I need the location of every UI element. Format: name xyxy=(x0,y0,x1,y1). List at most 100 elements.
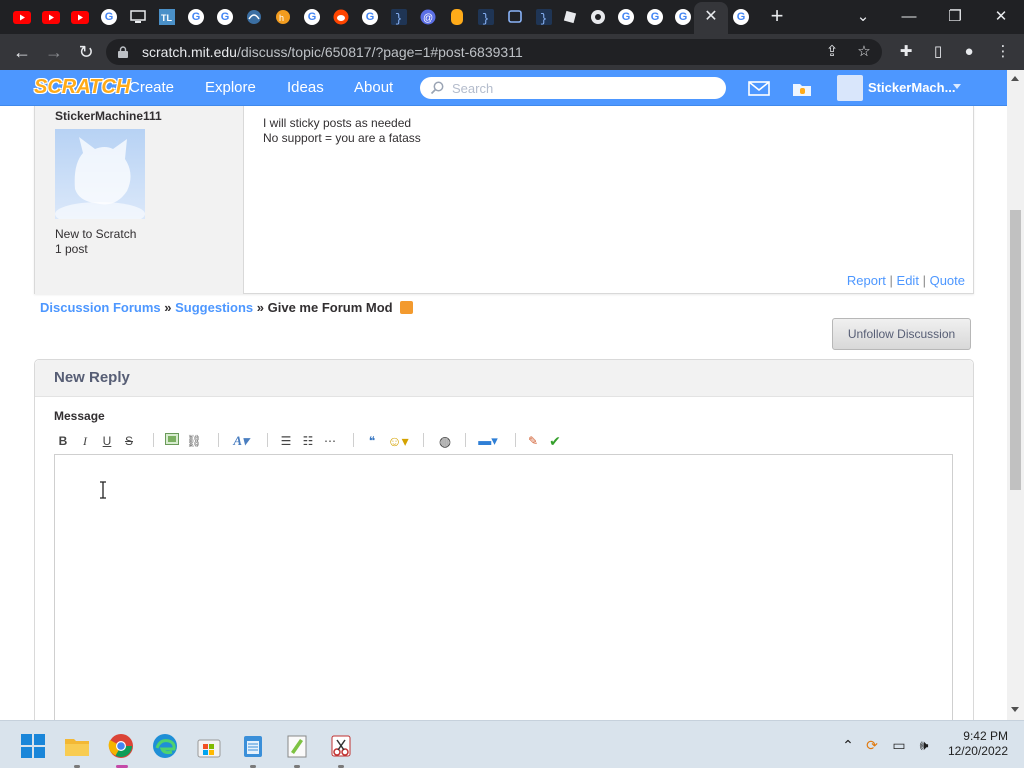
nav-explore[interactable]: Explore xyxy=(205,70,256,106)
star-icon[interactable]: ☆ xyxy=(854,42,874,62)
rss-icon[interactable] xyxy=(400,301,414,314)
message-textarea[interactable] xyxy=(54,454,953,720)
avatar[interactable] xyxy=(837,75,863,101)
youtube-tab-icon[interactable] xyxy=(70,7,90,27)
new-reply-title: New Reply xyxy=(54,369,130,386)
preview-icon[interactable]: ✔ xyxy=(547,432,563,450)
underline-icon[interactable]: U xyxy=(100,432,114,450)
profile-icon[interactable]: ● xyxy=(958,42,980,62)
youtube-tab-icon[interactable] xyxy=(41,7,61,27)
caret-down-icon[interactable] xyxy=(953,84,961,89)
forum-post: StickerMachine111 New to Scratch 1 post … xyxy=(34,106,974,294)
snipping-tool-icon[interactable] xyxy=(328,733,354,759)
chevron-up-icon[interactable]: ⌃ xyxy=(838,735,858,755)
network-icon[interactable]: ▭ xyxy=(889,735,909,755)
windows-start-icon[interactable] xyxy=(20,733,46,759)
link-icon[interactable]: ⛓ xyxy=(186,432,202,450)
youtube-tab-icon[interactable] xyxy=(12,7,32,27)
search-box[interactable] xyxy=(420,77,726,99)
quote-link[interactable]: Quote xyxy=(930,273,965,288)
file-explorer-icon[interactable] xyxy=(64,733,90,759)
google-tab-icon[interactable]: G xyxy=(302,7,322,27)
globe-icon[interactable]: ◍ xyxy=(436,432,454,450)
post-author-panel: StickerMachine111 New to Scratch 1 post xyxy=(35,106,244,294)
close-icon[interactable]: ✕ xyxy=(702,7,720,27)
code-tab-icon[interactable]: } xyxy=(476,7,496,27)
page-scrollbar[interactable] xyxy=(1007,70,1024,720)
edge-icon[interactable] xyxy=(152,733,178,759)
image-icon[interactable] xyxy=(164,432,180,450)
minimize-button[interactable]: — xyxy=(895,5,923,29)
edit-link[interactable]: Edit xyxy=(897,273,919,288)
google-tab-icon[interactable]: G xyxy=(99,7,119,27)
strikethrough-icon[interactable]: S xyxy=(122,432,136,450)
unfollow-discussion-button[interactable]: Unfollow Discussion xyxy=(832,318,971,350)
new-tab-button[interactable]: + xyxy=(766,5,788,29)
restore-button[interactable]: ❐ xyxy=(941,5,969,29)
scroll-down-icon[interactable] xyxy=(1011,707,1019,712)
chrome-icon[interactable] xyxy=(108,733,134,759)
list-item-icon[interactable]: ⋯ xyxy=(322,432,338,450)
google-tab-icon[interactable]: G xyxy=(673,7,693,27)
monitor-tab-icon[interactable] xyxy=(128,7,148,27)
post-author-name[interactable]: StickerMachine111 xyxy=(55,109,162,123)
google-tab-icon[interactable]: G xyxy=(215,7,235,27)
chevron-down-icon[interactable]: ⌄ xyxy=(849,5,877,29)
reload-icon[interactable]: ↻ xyxy=(74,41,98,63)
toolbar-divider xyxy=(267,433,268,447)
roblox-tab-icon[interactable] xyxy=(560,7,580,27)
google-tab-icon[interactable]: G xyxy=(616,7,636,27)
post-author-avatar[interactable] xyxy=(55,129,145,219)
font-size-icon[interactable]: A▾ xyxy=(229,432,253,450)
scratch-logo[interactable]: SCRATCH xyxy=(34,76,130,99)
messages-icon[interactable] xyxy=(747,78,771,98)
google-tab-icon[interactable]: G xyxy=(731,7,751,27)
scratch-tab-icon[interactable] xyxy=(447,7,467,27)
google-tab-icon[interactable]: G xyxy=(645,7,665,27)
breadcrumb-discussion-forums[interactable]: Discussion Forums xyxy=(40,300,161,315)
nav-username[interactable]: StickerMach... xyxy=(868,70,955,106)
google-tab-icon[interactable]: G xyxy=(186,7,206,27)
nav-ideas[interactable]: Ideas xyxy=(287,70,324,106)
address-bar[interactable]: scratch.mit.edu/discuss/topic/650817/?pa… xyxy=(106,39,882,65)
forward-icon[interactable]: → xyxy=(42,41,66,63)
honey-tab-icon[interactable]: h xyxy=(273,7,293,27)
bullet-list-icon[interactable]: ☰ xyxy=(278,432,294,450)
scroll-up-icon[interactable] xyxy=(1011,76,1019,81)
nav-about[interactable]: About xyxy=(354,70,393,106)
notepad-plus-plus-icon[interactable] xyxy=(284,733,310,759)
notepad-icon[interactable] xyxy=(240,733,266,759)
search-input[interactable] xyxy=(452,79,712,97)
scratchblocks-icon[interactable]: ▬▾ xyxy=(476,432,500,450)
clock[interactable]: 9:42 PM 12/20/2022 xyxy=(938,729,1008,759)
at-sign-tab-icon[interactable]: @ xyxy=(418,7,438,27)
window-close-button[interactable]: ✕ xyxy=(987,5,1015,29)
sync-icon[interactable]: ⟳ xyxy=(862,735,882,755)
bold-icon[interactable]: B xyxy=(56,432,70,450)
code-tab-icon[interactable]: } xyxy=(534,7,554,27)
side-panel-icon[interactable]: ▯ xyxy=(927,42,949,62)
reddit-tab-icon[interactable] xyxy=(331,7,351,27)
chat-tab-icon[interactable] xyxy=(505,7,525,27)
google-tab-icon[interactable]: G xyxy=(360,7,380,27)
wave-tab-icon[interactable] xyxy=(244,7,264,27)
code-tab-icon[interactable]: } xyxy=(389,7,409,27)
clean-icon[interactable]: ✎ xyxy=(525,432,541,450)
nav-create[interactable]: Create xyxy=(129,70,174,106)
tl-tab-icon[interactable]: TL xyxy=(157,7,177,27)
menu-icon[interactable]: ⋮ xyxy=(992,42,1014,62)
chrome-tab-icon[interactable] xyxy=(588,7,608,27)
store-icon[interactable] xyxy=(196,733,222,759)
volume-icon[interactable]: 🕪 xyxy=(914,735,934,755)
report-link[interactable]: Report xyxy=(847,273,886,288)
quote-icon[interactable]: ❝ xyxy=(364,432,380,450)
smiley-icon[interactable]: ☺▾ xyxy=(385,432,411,450)
breadcrumb-suggestions[interactable]: Suggestions xyxy=(175,300,253,315)
extensions-icon[interactable]: ✚ xyxy=(895,42,917,62)
my-stuff-icon[interactable] xyxy=(790,78,814,98)
numbered-list-icon[interactable]: ☷ xyxy=(300,432,316,450)
share-icon[interactable]: ⇪ xyxy=(822,42,842,62)
back-icon[interactable]: ← xyxy=(10,41,34,63)
italic-icon[interactable]: I xyxy=(78,432,92,450)
scrollbar-thumb[interactable] xyxy=(1010,210,1021,490)
